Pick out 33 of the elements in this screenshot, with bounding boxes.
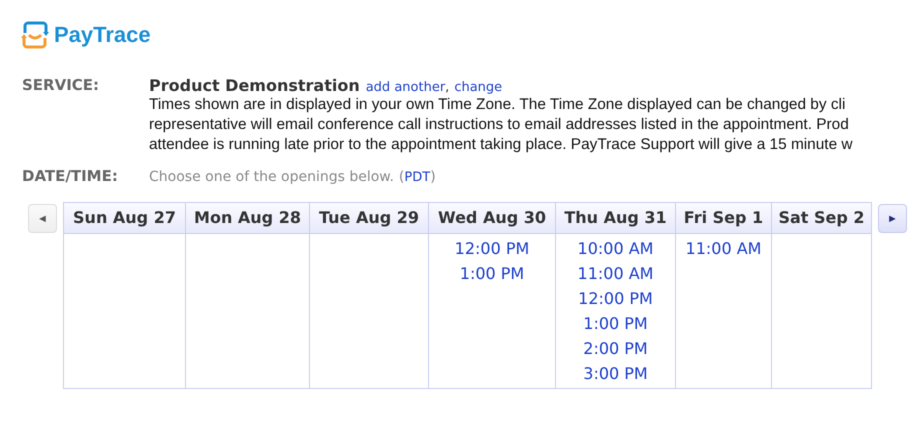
logo-wordmark: PayTrace: [54, 22, 151, 48]
time-slot-link[interactable]: 11:00 AM: [686, 236, 762, 261]
description-line: Times shown are in displayed in your own Time Zone. The Time Zone displayed can be changed by cli: [149, 95, 846, 115]
smile-logo-icon: [20, 21, 50, 49]
service-link[interactable]: add another: [366, 80, 446, 95]
time-slot-link[interactable]: 10:00 AM: [578, 236, 654, 261]
service-name: Product Demonstration: [149, 76, 360, 95]
description-line: representative will email conference call instructions to email addresses listed in the appointment. Prod: [149, 115, 850, 135]
time-slot-link[interactable]: 11:00 AM: [578, 261, 654, 286]
day-header: Wed Aug 30: [429, 203, 555, 234]
day-header: Thu Aug 31: [556, 203, 675, 234]
openings-hint: Choose one of the openings below.: [149, 169, 394, 185]
previous-week-button[interactable]: ◄: [28, 204, 57, 233]
time-slot-link[interactable]: 12:00 PM: [454, 236, 530, 261]
day-header: Sun Aug 27: [64, 203, 185, 234]
paren: ): [430, 169, 436, 185]
next-week-button[interactable]: ►: [878, 204, 907, 233]
time-slot-link[interactable]: 1:00 PM: [460, 261, 524, 286]
service-label: SERVICE:: [21, 76, 100, 96]
time-slot-link[interactable]: 3:00 PM: [583, 361, 648, 386]
paren: (: [398, 169, 404, 185]
time-slot-link[interactable]: 1:00 PM: [583, 311, 648, 336]
service-link[interactable]: change: [454, 80, 502, 95]
date-time-label: DATE/TIME:: [21, 167, 119, 185]
comma: ,: [445, 80, 450, 95]
day-header: Sat Sep 2: [772, 203, 871, 234]
time-slot-link[interactable]: 2:00 PM: [583, 336, 648, 361]
description-line: attendee is running late prior to the appointment taking place. PayTrace Support will give a 15 minute w: [149, 135, 853, 155]
time-slot-link[interactable]: 12:00 PM: [578, 286, 653, 311]
day-header: Fri Sep 1: [676, 203, 771, 234]
day-header: Tue Aug 29: [310, 203, 428, 234]
day-header: Mon Aug 28: [186, 203, 309, 234]
time-zone-link[interactable]: PDT: [404, 170, 430, 185]
